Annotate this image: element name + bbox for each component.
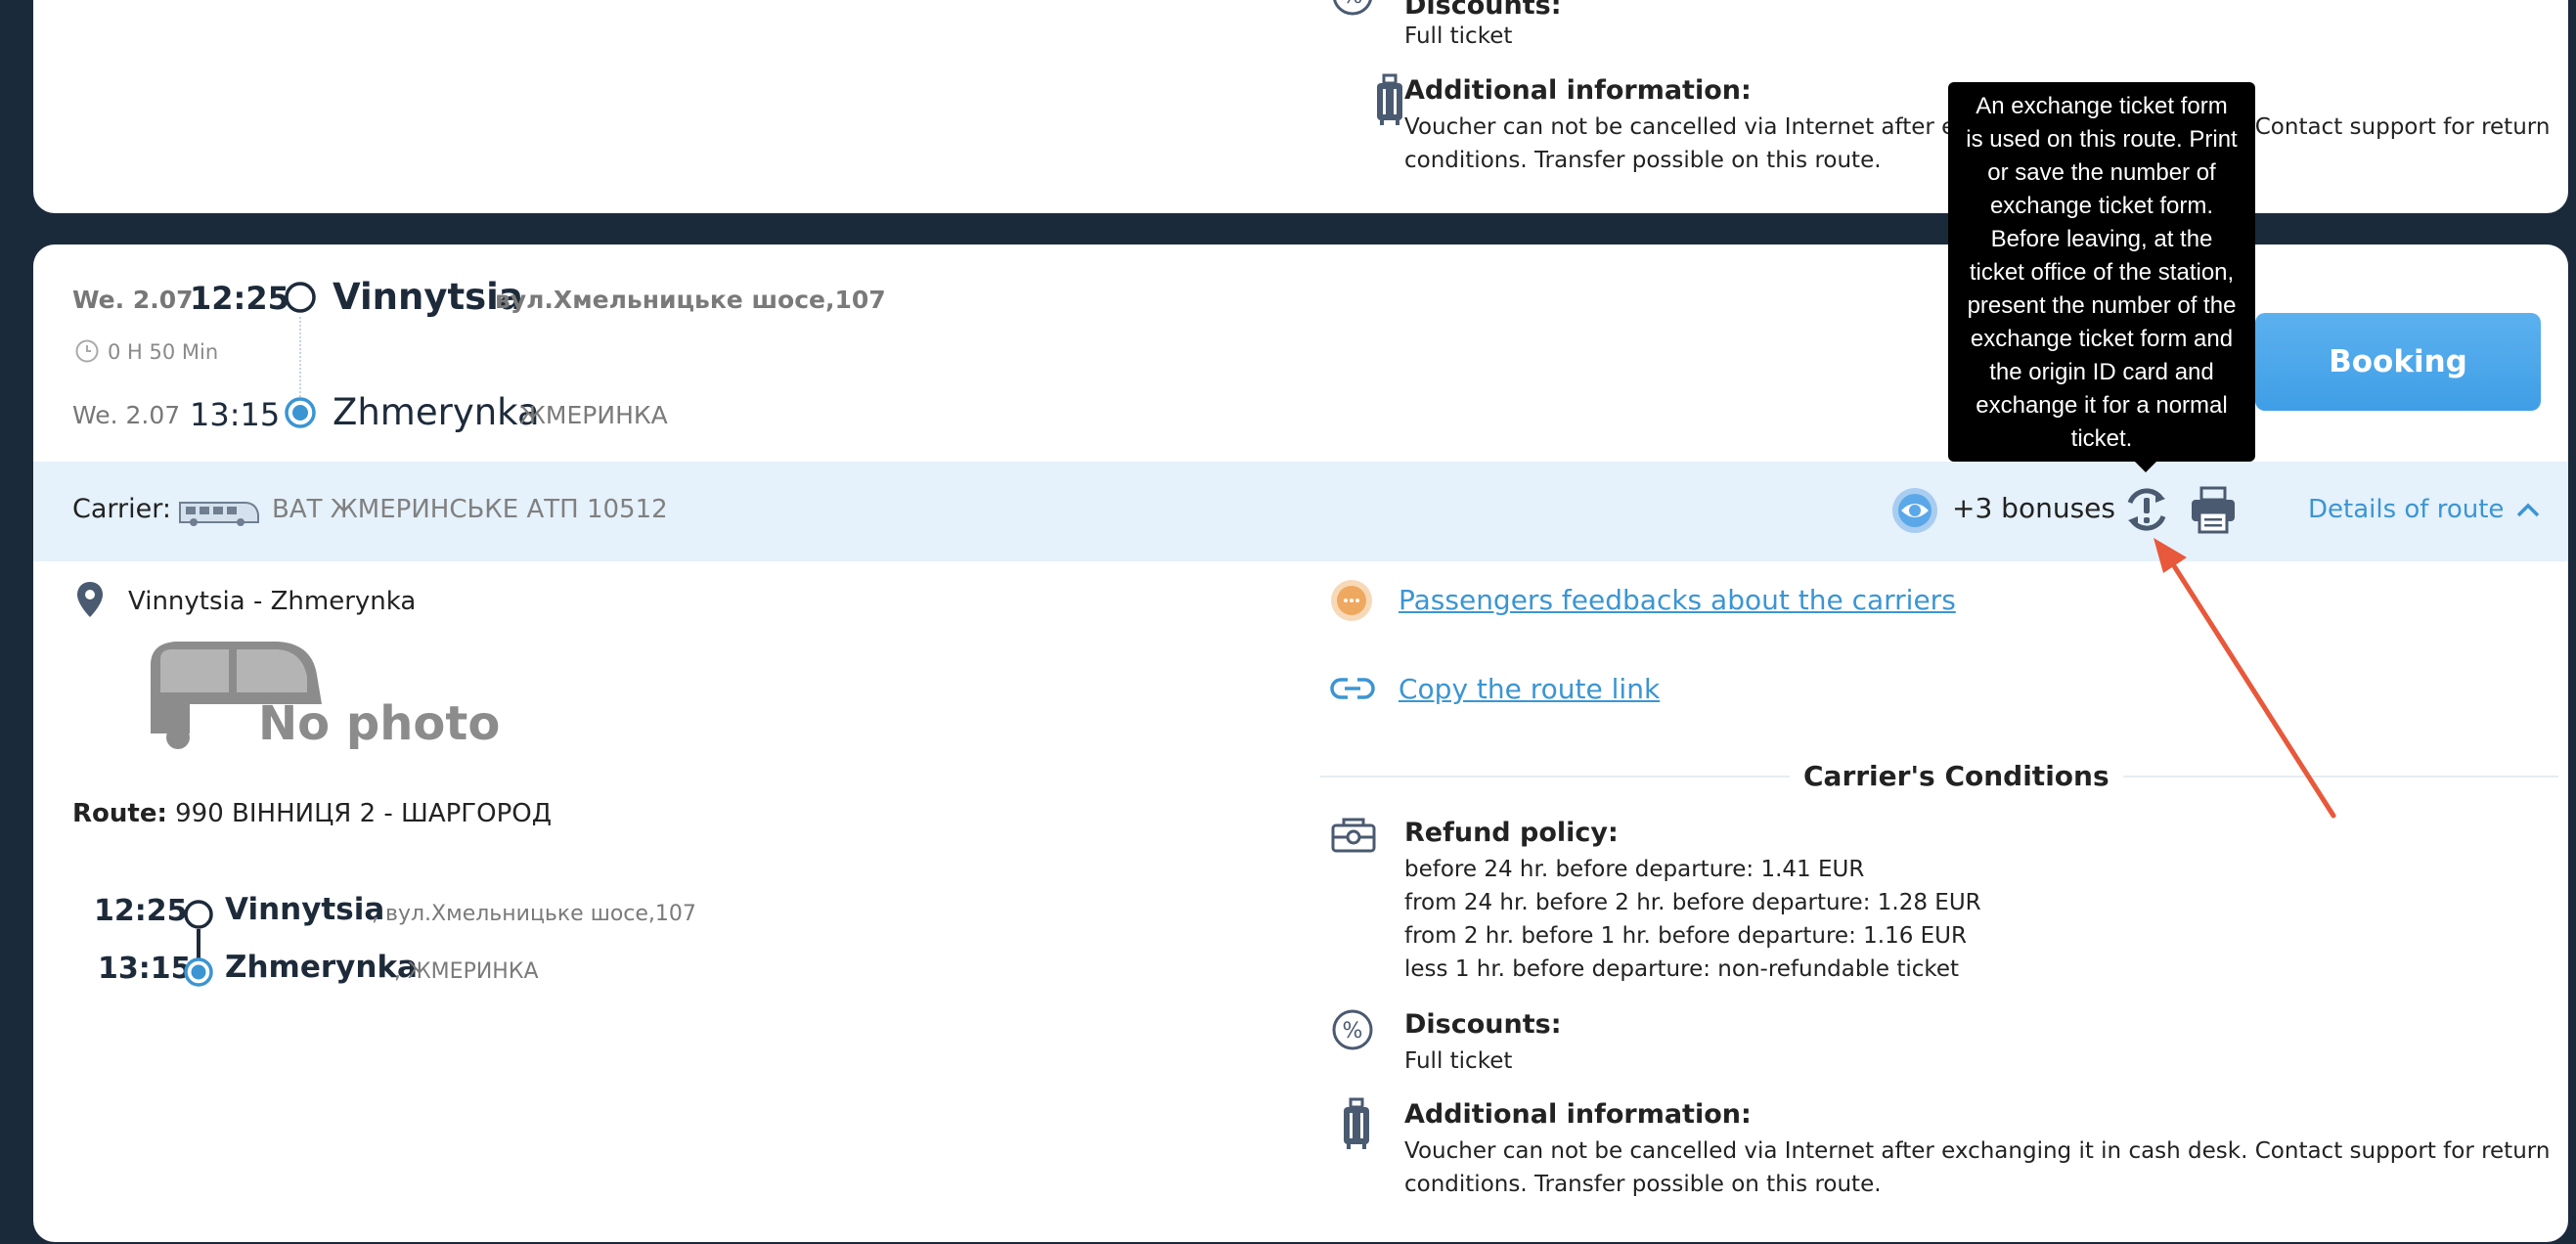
annotation-arrow (2154, 538, 2336, 819)
